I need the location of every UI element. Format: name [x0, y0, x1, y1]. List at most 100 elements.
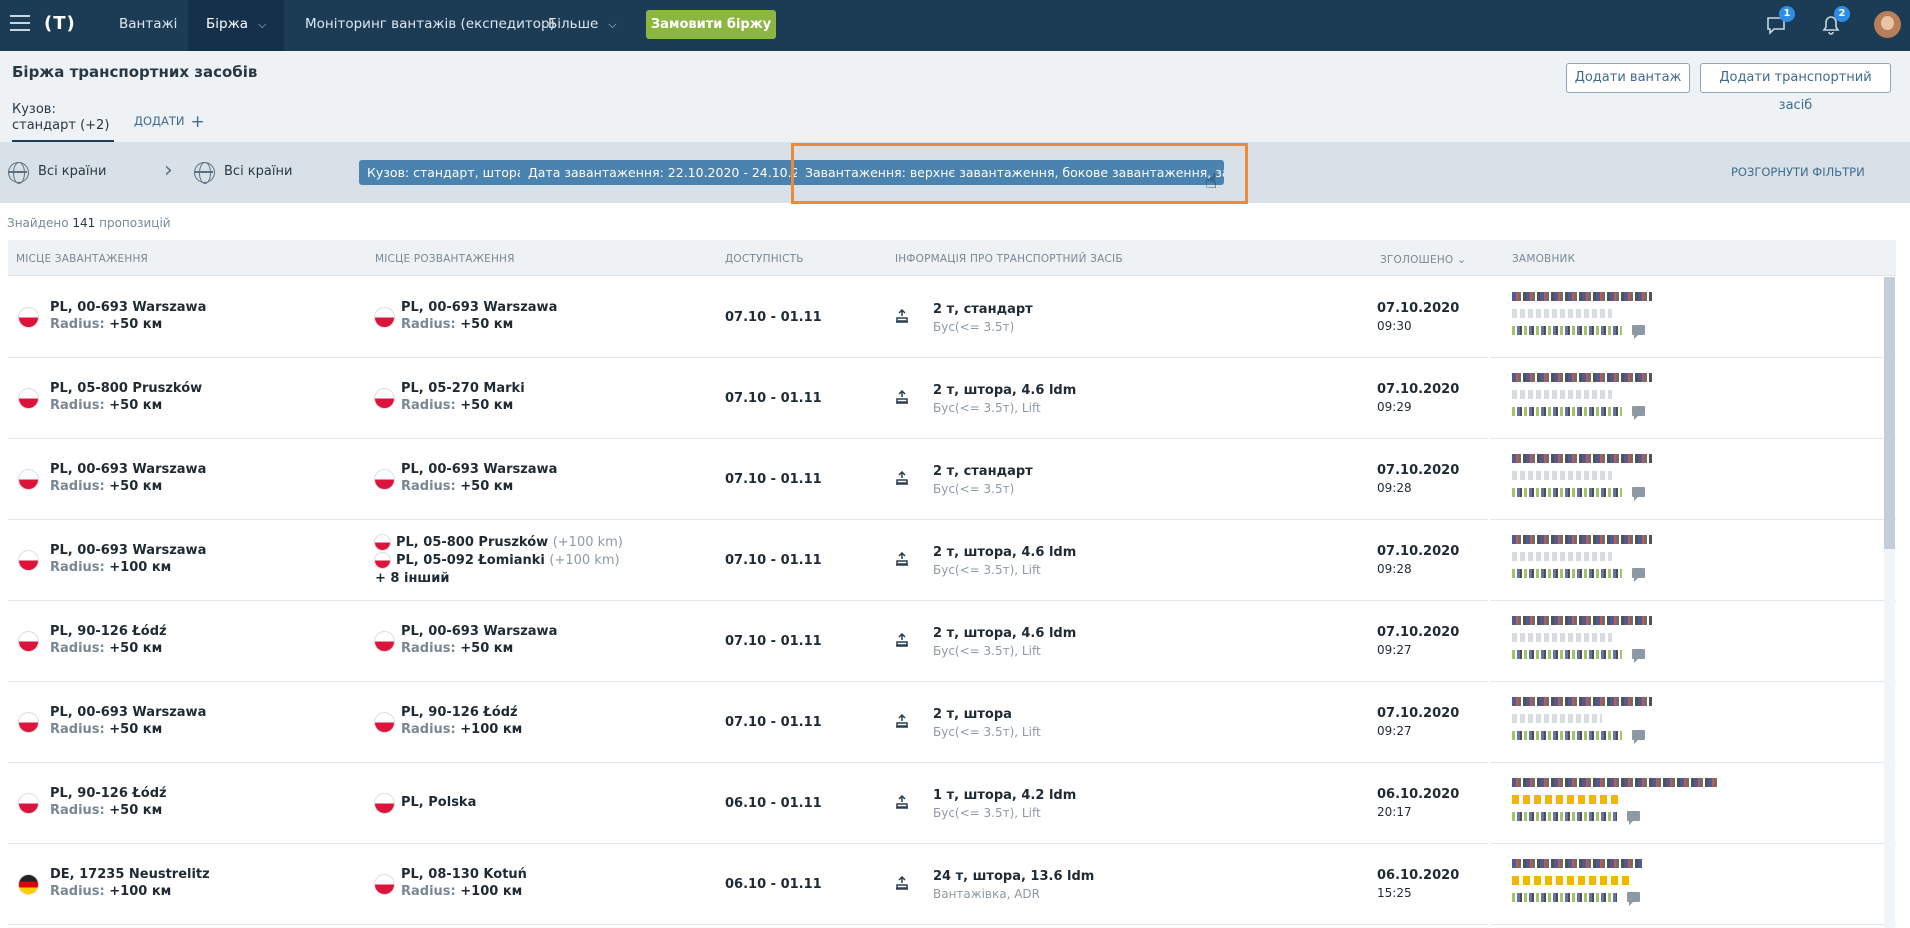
row-divider [1490, 357, 1896, 358]
radius-label: Radius: [50, 560, 105, 575]
unloading-radius: Radius: +100 км [401, 884, 522, 899]
avatar[interactable] [1874, 11, 1901, 38]
chat-icon[interactable] [1632, 730, 1645, 744]
flag-icon [374, 534, 391, 551]
unloading-radius-extra: (+100 km) [549, 553, 620, 568]
radius-value: +50 км [109, 803, 163, 818]
filter-chip-body[interactable]: Кузов: стандарт, штора✕ [359, 160, 548, 185]
radius-value: +50 км [109, 317, 163, 332]
flag-icon [18, 469, 39, 490]
loading-place: DE, 17235 Neustrelitz [50, 867, 210, 882]
vehicle-type: Бус(<= 3.5т), Lift [933, 725, 1041, 739]
top-navigation: (T) Вантажі Біржа ⌵ Моніторинг вантажів (… [0, 0, 1910, 51]
availability-dates: 06.10 - 01.11 [725, 877, 822, 892]
customer-name-redacted[interactable] [1512, 373, 1652, 382]
customer-name-redacted[interactable] [1512, 454, 1652, 463]
chat-icon[interactable] [1632, 487, 1645, 501]
from-country-select[interactable]: Всі країни [38, 164, 106, 179]
customer-contact-redacted [1512, 893, 1617, 902]
customer-rating-redacted [1512, 633, 1612, 642]
messages-icon[interactable]: 1 [1765, 6, 1795, 36]
radius-value: +50 км [460, 641, 514, 656]
flag-icon [18, 388, 39, 409]
col-customer[interactable]: ЗАМОВНИК [1512, 253, 1575, 265]
nav-item-more-label: Більше [548, 16, 599, 32]
col-posted[interactable]: ЗГОЛОШЕНО ⌄ [1380, 253, 1466, 266]
col-vehicle-info[interactable]: ІНФОРМАЦІЯ ПРО ТРАНСПОРТНИЙ ЗАСІБ [895, 253, 1123, 265]
globe-icon [194, 162, 215, 184]
order-exchange-button[interactable]: Замовити біржу [646, 10, 776, 39]
radius-label: Radius: [50, 641, 105, 656]
vehicle-summary: 2 т, стандарт [933, 464, 1033, 479]
col-unloading-place[interactable]: МІСЦЕ РОЗВАНТАЖЕННЯ [375, 253, 515, 265]
plus-icon: + [190, 112, 205, 132]
loading-place: PL, 05-800 Pruszków [50, 381, 203, 396]
add-tab-button[interactable]: ДОДАТИ + [134, 110, 205, 132]
chat-icon[interactable] [1632, 568, 1645, 582]
col-availability[interactable]: ДОСТУПНІСТЬ [725, 253, 804, 265]
flag-icon [18, 874, 39, 895]
radius-value: +100 км [109, 884, 172, 899]
nav-item-monitoring[interactable]: Моніторинг вантажів (експедитор) [305, 0, 555, 51]
col-loading-place[interactable]: МІСЦЕ ЗАВАНТАЖЕННЯ [16, 253, 148, 265]
unloading-place: PL, 00-693 Warszawa [401, 624, 558, 639]
loading-place: PL, 00-693 Warszawa [50, 300, 207, 315]
customer-name-redacted[interactable] [1512, 292, 1652, 301]
nav-item-cargo[interactable]: Вантажі [119, 0, 177, 51]
to-country-select[interactable]: Всі країни [224, 164, 292, 179]
chevron-down-icon: ⌵ [258, 18, 267, 31]
radius-label: Radius: [50, 317, 105, 332]
add-vehicle-button[interactable]: Додати транспортний засіб [1700, 63, 1891, 113]
customer-contact-redacted [1512, 326, 1622, 335]
add-cargo-button[interactable]: Додати вантаж [1566, 63, 1690, 93]
globe-icon [8, 162, 29, 184]
availability-dates: 07.10 - 01.11 [725, 634, 822, 649]
tab-body-type[interactable]: Кузов: стандарт (+2) [12, 98, 114, 142]
chat-icon[interactable] [1632, 325, 1645, 339]
results-suffix: пропозицій [99, 216, 171, 230]
nav-item-exchange[interactable]: Біржа ⌵ [188, 0, 285, 51]
customer-name-redacted[interactable] [1512, 778, 1717, 787]
customer-contact-redacted [1512, 650, 1622, 659]
radius-value: +50 км [109, 722, 163, 737]
chat-icon[interactable] [1632, 649, 1645, 663]
flag-icon [18, 712, 39, 733]
posted-time: 15:25 [1377, 886, 1412, 900]
radius-value: +50 км [460, 317, 514, 332]
nav-item-more[interactable]: Більше ⌵ [548, 0, 617, 51]
unloading-radius: Radius: +50 км [401, 398, 513, 413]
customer-name-redacted[interactable] [1512, 697, 1652, 706]
loading-place: PL, 90-126 Łódź [50, 786, 167, 801]
loading-type-icon [894, 632, 910, 647]
customer-rating-redacted [1512, 795, 1622, 804]
flag-icon [18, 307, 39, 328]
customer-name-redacted[interactable] [1512, 535, 1652, 544]
chat-icon[interactable] [1627, 892, 1640, 906]
loading-radius: Radius: +50 км [50, 398, 162, 413]
radius-value: +50 км [460, 398, 514, 413]
vehicle-summary: 2 т, штора, 4.6 ldm [933, 545, 1077, 560]
unloading-place: PL, 05-800 Pruszków (+100 km) [396, 535, 623, 550]
menu-icon[interactable] [10, 15, 30, 33]
flag-icon [374, 552, 391, 569]
unloading-radius: Radius: +50 км [401, 641, 513, 656]
notifications-icon[interactable]: 2 [1820, 6, 1850, 36]
logo[interactable]: (T) [44, 13, 76, 34]
posted-time: 09:28 [1377, 481, 1412, 495]
expand-filters-link[interactable]: РОЗГОРНУТИ ФІЛЬТРИ [1731, 165, 1865, 179]
radius-label: Radius: [401, 317, 456, 332]
unloading-place: PL, 90-126 Łódź [401, 705, 518, 720]
row-divider [1490, 762, 1896, 763]
vehicle-type: Бус(<= 3.5т), Lift [933, 806, 1041, 820]
more-destinations-link[interactable]: + 8 інший [375, 571, 449, 586]
loading-place: PL, 00-693 Warszawa [50, 462, 207, 477]
vehicle-summary: 2 т, штора [933, 707, 1012, 722]
vehicle-type: Вантажівка, ADR [933, 887, 1041, 901]
add-tab-label: ДОДАТИ [134, 114, 185, 128]
customer-name-redacted[interactable] [1512, 616, 1652, 625]
customer-name-redacted[interactable] [1512, 859, 1642, 868]
chat-icon[interactable] [1627, 811, 1640, 825]
chat-icon[interactable] [1632, 406, 1645, 420]
scrollbar-thumb[interactable] [1884, 277, 1895, 549]
flag-icon [374, 307, 395, 328]
